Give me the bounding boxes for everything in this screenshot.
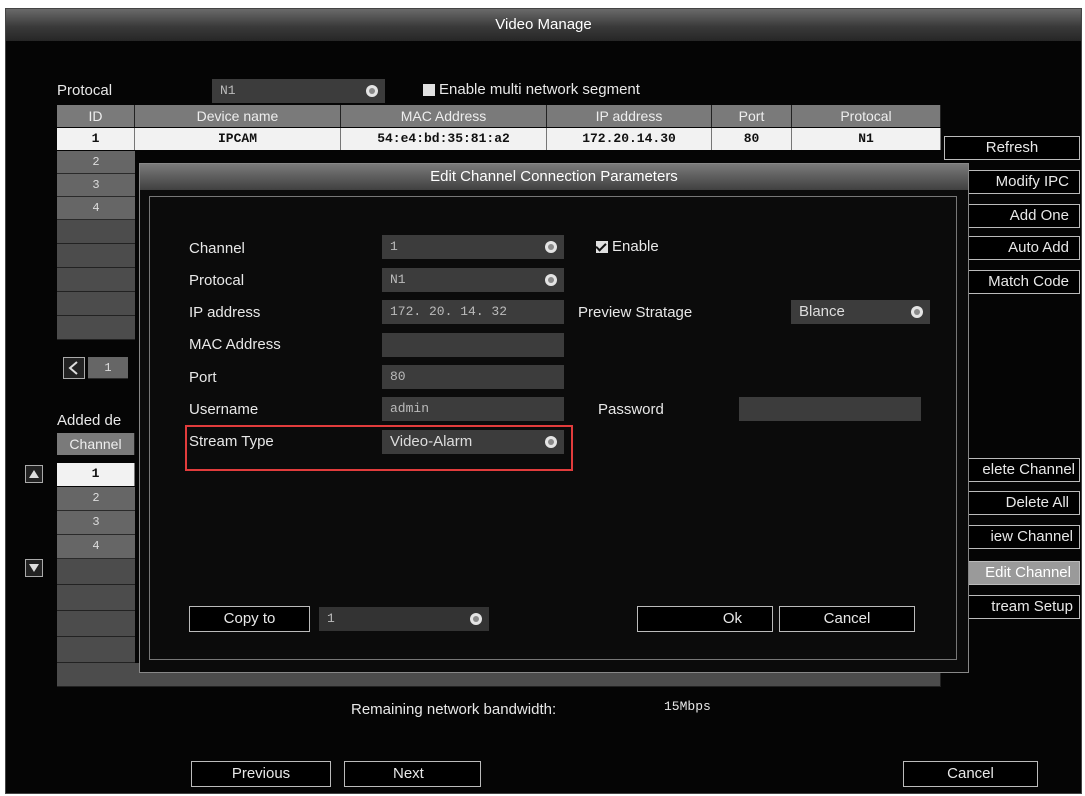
row-id[interactable]: 4: [57, 197, 135, 220]
col-mac: MAC Address: [341, 105, 547, 127]
multi-segment-label: Enable multi network segment: [439, 81, 640, 98]
chevron-down-icon: [470, 613, 482, 625]
bandwidth-label: Remaining network bandwidth:: [351, 701, 557, 718]
previous-button[interactable]: Previous: [191, 761, 331, 787]
chevron-down-icon: [545, 274, 557, 286]
copy-to-button[interactable]: Copy to: [189, 606, 310, 632]
col-channel: Channel: [57, 433, 135, 455]
prev-page-button[interactable]: [63, 357, 85, 379]
bandwidth-value: 15Mbps: [664, 699, 711, 714]
chevron-down-icon: [545, 436, 557, 448]
chevron-down-icon: [366, 85, 378, 97]
dialog-protocol-select[interactable]: N1: [382, 268, 564, 292]
next-button[interactable]: Next: [344, 761, 481, 787]
table-row[interactable]: 1 IPCAM 54:e4:bd:35:81:a2 172.20.14.30 8…: [57, 128, 941, 150]
cell-mac: 54:e4:bd:35:81:a2: [341, 128, 547, 150]
ok-button[interactable]: Ok: [637, 606, 773, 632]
row-id[interactable]: 2: [57, 151, 135, 174]
table-row[interactable]: [57, 220, 135, 244]
dialog-cancel-button[interactable]: Cancel: [779, 606, 915, 632]
edit-channel-dialog: Edit Channel Connection Parameters Chann…: [139, 163, 969, 673]
col-port: Port: [712, 105, 792, 127]
channel-row[interactable]: [57, 611, 135, 637]
protocol-select[interactable]: N1: [212, 79, 385, 103]
mac-label: MAC Address: [189, 336, 281, 353]
col-ip: IP address: [547, 105, 712, 127]
chevron-down-icon: [911, 306, 923, 318]
chevron-down-icon: [545, 241, 557, 253]
channel-row[interactable]: 3: [57, 511, 135, 535]
stream-type-value: Video-Alarm: [390, 433, 473, 450]
col-id: ID: [57, 105, 135, 127]
table-row[interactable]: [57, 316, 135, 340]
page-number: 1: [88, 357, 128, 379]
dialog-title: Edit Channel Connection Parameters: [140, 164, 968, 190]
row-id[interactable]: 3: [57, 174, 135, 197]
stream-type-select[interactable]: Video-Alarm: [382, 430, 564, 454]
port-label: Port: [189, 369, 217, 386]
protocol-label: Protocal: [189, 272, 245, 289]
ip-label: IP address: [189, 304, 261, 321]
dialog-body: Channel 1 Enable Protocal N1 IP address …: [149, 196, 957, 660]
added-devices-label: Added de: [57, 412, 122, 429]
ip-input[interactable]: 172. 20. 14. 32: [382, 300, 564, 324]
channel-row[interactable]: 2: [57, 487, 135, 511]
refresh-button[interactable]: Refresh: [944, 136, 1080, 160]
table-row[interactable]: [57, 292, 135, 316]
copy-to-select[interactable]: 1: [319, 607, 489, 631]
checkbox-checked-icon: [596, 241, 608, 254]
checkbox-icon: [423, 84, 435, 97]
channel-row[interactable]: [57, 637, 135, 663]
protocol-select-value: N1: [220, 83, 236, 98]
window-title: Video Manage: [6, 9, 1081, 41]
username-input[interactable]: admin: [382, 397, 564, 421]
col-device-name: Device name: [135, 105, 341, 127]
triangle-up-icon: [29, 470, 39, 478]
enable-checkbox[interactable]: Enable: [596, 238, 659, 255]
cell-id: 1: [57, 128, 135, 150]
cancel-button[interactable]: Cancel: [903, 761, 1038, 787]
password-label: Password: [598, 401, 664, 418]
chevron-left-icon: [68, 361, 78, 375]
protocol-label: Protocal: [57, 82, 113, 99]
video-manage-window: Video Manage Protocal N1 Enable multi ne…: [5, 8, 1082, 794]
mac-input[interactable]: [382, 333, 564, 357]
triangle-down-icon: [29, 564, 39, 572]
multi-segment-checkbox[interactable]: Enable multi network segment: [423, 81, 640, 98]
cell-protocol: N1: [792, 128, 941, 150]
cell-ip: 172.20.14.30: [547, 128, 712, 150]
cell-port: 80: [712, 128, 792, 150]
table-row[interactable]: [57, 268, 135, 292]
preview-select[interactable]: Blance: [791, 300, 930, 324]
device-table-header: ID Device name MAC Address IP address Po…: [57, 105, 941, 127]
channel-label: Channel: [189, 240, 245, 257]
preview-value: Blance: [799, 303, 845, 320]
enable-label: Enable: [612, 238, 659, 255]
username-label: Username: [189, 401, 259, 418]
stream-type-label: Stream Type: [189, 433, 274, 450]
protocol-value: N1: [390, 272, 406, 287]
table-row[interactable]: [57, 244, 135, 268]
scroll-up-button[interactable]: [25, 465, 43, 483]
channel-select-value: 1: [390, 239, 398, 254]
cell-device-name: IPCAM: [135, 128, 341, 150]
channel-row[interactable]: [57, 559, 135, 585]
port-input[interactable]: 80: [382, 365, 564, 389]
copy-to-value: 1: [327, 611, 335, 626]
password-input[interactable]: [739, 397, 921, 421]
channel-row[interactable]: 4: [57, 535, 135, 559]
scroll-down-button[interactable]: [25, 559, 43, 577]
channel-select[interactable]: 1: [382, 235, 564, 259]
preview-label: Preview Stratage: [578, 304, 693, 321]
channel-row[interactable]: 1: [57, 463, 135, 486]
channel-row[interactable]: [57, 585, 135, 611]
col-protocol: Protocal: [792, 105, 941, 127]
